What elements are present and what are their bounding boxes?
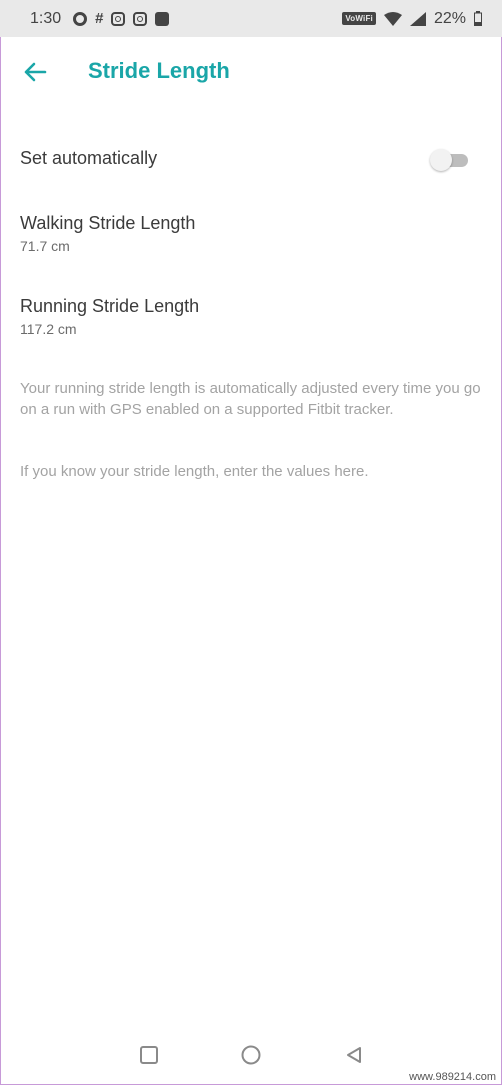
toggle-thumb — [430, 149, 452, 171]
triangle-back-icon — [347, 1047, 361, 1063]
target-icon — [73, 11, 88, 26]
wifi-icon — [383, 11, 402, 26]
battery-icon — [474, 11, 482, 26]
set-automatically-label: Set automatically — [20, 148, 158, 168]
running-stride-label[interactable]: Running Stride Length — [20, 296, 199, 317]
info-text-auto-adjust: Your running stride length is automatica… — [20, 380, 481, 418]
app-bar: Stride Length — [0, 37, 502, 107]
set-automatically-toggle[interactable] — [430, 149, 468, 171]
back-button[interactable] — [22, 59, 48, 85]
walking-stride-value: 71.7 cm — [20, 238, 70, 254]
back-nav-button[interactable] — [342, 1043, 366, 1067]
instagram-icon — [133, 11, 148, 26]
message-icon — [155, 11, 170, 26]
circle-icon — [241, 1045, 261, 1065]
recents-button[interactable] — [137, 1043, 161, 1067]
running-stride-value: 117.2 cm — [20, 321, 77, 337]
walking-stride-label[interactable]: Walking Stride Length — [20, 213, 195, 234]
instagram-icon — [111, 11, 126, 26]
watermark: www.989214.com — [409, 1071, 496, 1083]
status-right: VoWiFi 22% — [342, 10, 482, 28]
page-title: Stride Length — [88, 58, 230, 83]
arrow-left-icon — [24, 62, 47, 82]
status-time: 1:30 — [30, 9, 62, 27]
battery-percentage: 22% — [433, 9, 466, 27]
home-button[interactable] — [239, 1043, 263, 1067]
info-text-manual: If you know your stride length, enter th… — [20, 463, 369, 480]
status-bar: 1:30 # VoWiFi 22% — [0, 0, 502, 37]
square-icon — [140, 1046, 158, 1064]
vowifi-badge: VoWiFi — [342, 12, 376, 25]
slack-icon: # — [95, 9, 104, 27]
system-nav-bar — [0, 1035, 502, 1075]
cell-signal-icon — [409, 11, 426, 26]
status-left: 1:30 # — [30, 9, 170, 28]
